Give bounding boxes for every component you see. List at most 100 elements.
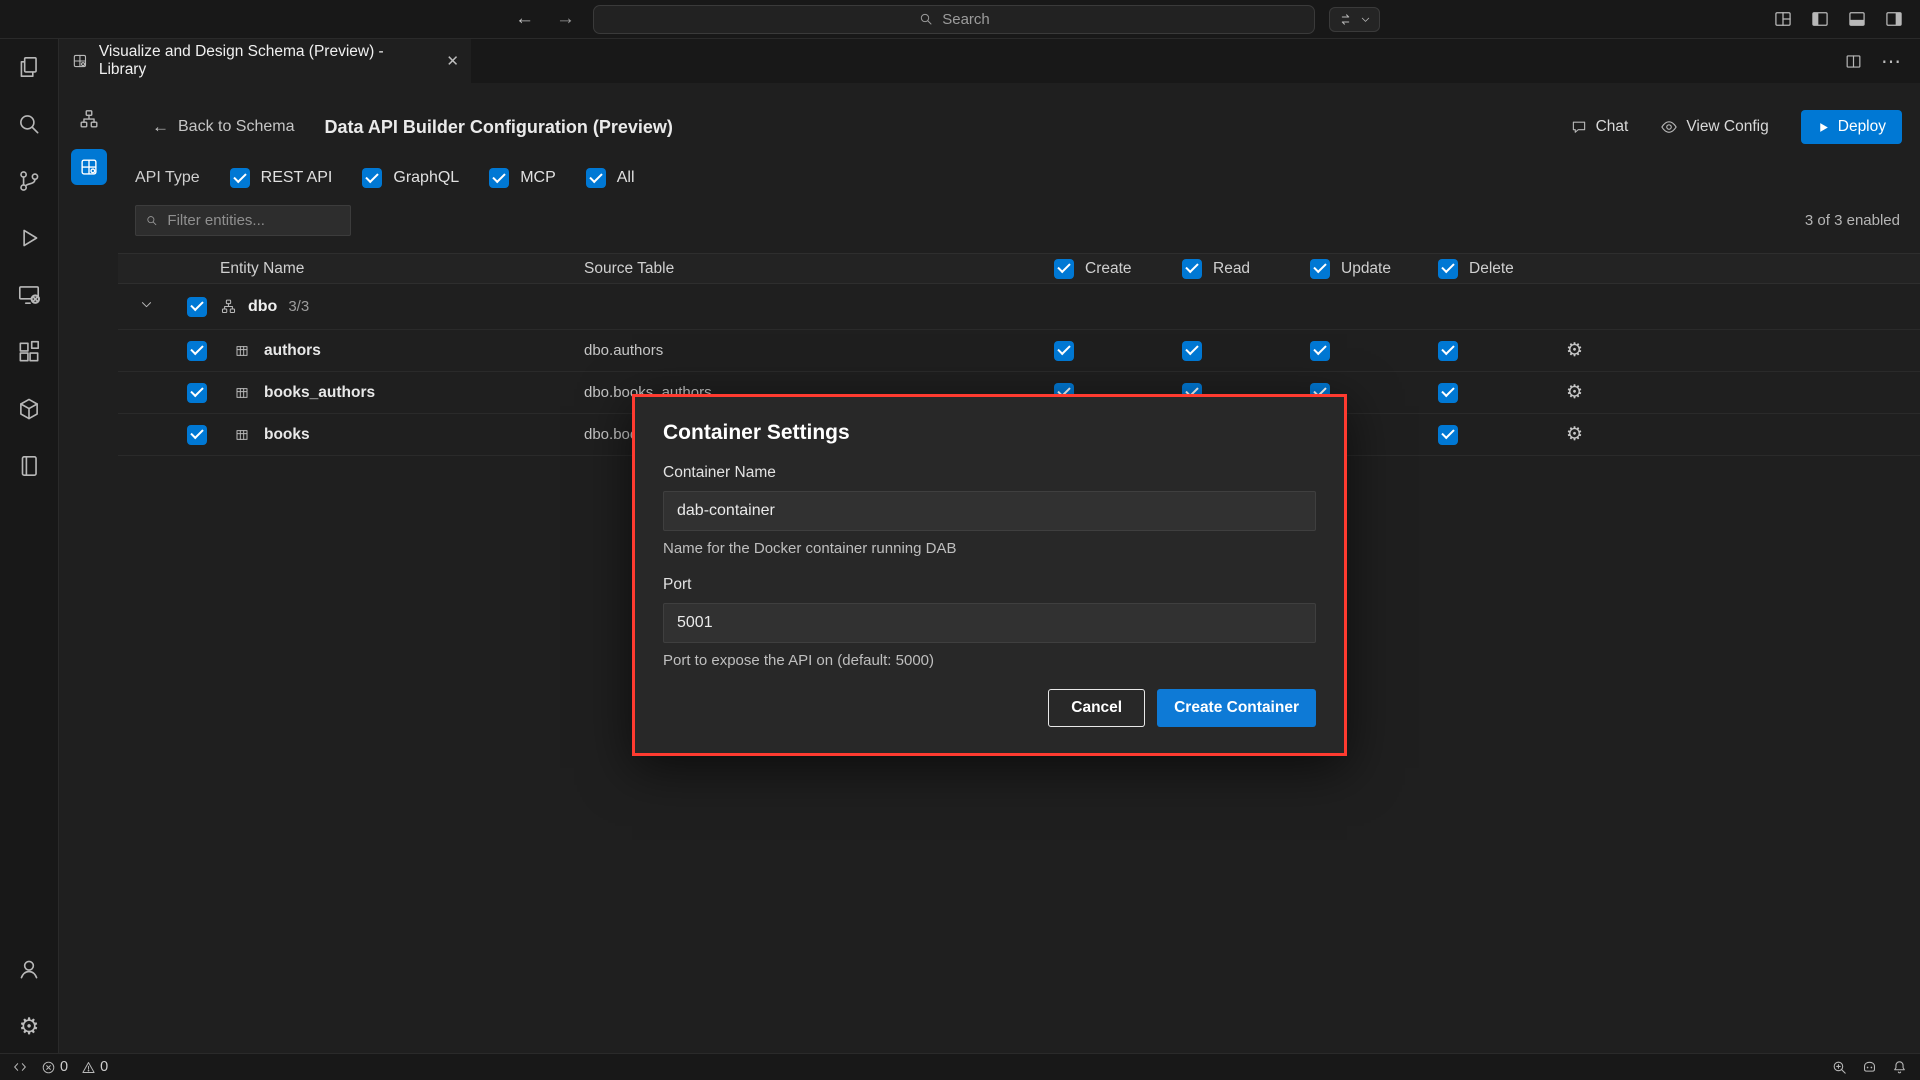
search-sidebar-icon[interactable] xyxy=(16,111,42,137)
activity-bar: ⚙ xyxy=(0,39,59,1053)
status-bar: 0 0 xyxy=(0,1053,1920,1080)
create-all-checkbox[interactable] xyxy=(1054,259,1074,279)
entity-name: books xyxy=(264,426,584,444)
customize-layout-icon[interactable] xyxy=(1773,9,1793,29)
editor-tab-schema-designer[interactable]: Visualize and Design Schema (Preview) - … xyxy=(59,39,471,83)
cancel-button[interactable]: Cancel xyxy=(1048,689,1145,727)
graphql-checkbox[interactable] xyxy=(362,168,382,188)
create-checkbox[interactable] xyxy=(1054,341,1074,361)
back-arrow-icon[interactable]: ← xyxy=(515,8,534,30)
read-all-checkbox[interactable] xyxy=(1182,259,1202,279)
search-placeholder: Search xyxy=(942,11,990,28)
command-center-search[interactable]: Search xyxy=(593,5,1315,34)
chat-button[interactable]: Chat xyxy=(1570,118,1629,136)
row-settings-gear-icon[interactable]: ⚙ xyxy=(1566,341,1920,360)
row-settings-gear-icon[interactable]: ⚙ xyxy=(1566,383,1920,402)
row-checkbox[interactable] xyxy=(187,341,207,361)
all-checkbox[interactable] xyxy=(586,168,606,188)
source-table-header: Source Table xyxy=(584,260,1054,278)
table-icon xyxy=(234,343,250,359)
container-name-help: Name for the Docker container running DA… xyxy=(663,540,1316,557)
notifications-bell-icon[interactable] xyxy=(1891,1059,1908,1076)
chevron-down-icon xyxy=(1359,13,1372,26)
update-checkbox[interactable] xyxy=(1310,341,1330,361)
filter-row: 3 of 3 enabled xyxy=(135,205,1900,236)
api-type-row: API Type REST API GraphQL MCP xyxy=(135,168,1920,188)
explorer-icon[interactable] xyxy=(16,54,42,80)
designer-rail xyxy=(59,83,118,1053)
read-checkbox[interactable] xyxy=(1182,341,1202,361)
delete-checkbox[interactable] xyxy=(1438,383,1458,403)
chevron-down-icon[interactable] xyxy=(139,297,154,317)
container-settings-dialog: Container Settings Container Name Name f… xyxy=(632,394,1347,756)
rest-api-option: REST API xyxy=(230,168,333,188)
warnings-status[interactable]: 0 xyxy=(81,1059,108,1075)
tab-bar: Visualize and Design Schema (Preview) - … xyxy=(59,39,1920,83)
remote-indicator-icon[interactable] xyxy=(12,1059,28,1075)
table-row: authors dbo.authors ⚙ xyxy=(118,330,1920,372)
deploy-button[interactable]: Deploy xyxy=(1801,110,1902,144)
row-settings-gear-icon[interactable]: ⚙ xyxy=(1566,425,1920,444)
swap-icon xyxy=(1337,11,1354,28)
forward-arrow-icon[interactable]: → xyxy=(556,8,575,30)
port-input[interactable] xyxy=(663,603,1316,643)
copilot-status-icon[interactable] xyxy=(1861,1059,1878,1076)
create-container-button[interactable]: Create Container xyxy=(1157,689,1316,727)
back-to-schema-link[interactable]: ← Back to Schema xyxy=(152,117,295,137)
dialog-title: Container Settings xyxy=(663,421,1316,445)
graphql-option: GraphQL xyxy=(362,168,459,188)
schema-diagram-view-icon[interactable] xyxy=(71,101,107,137)
database-icon[interactable] xyxy=(16,396,42,422)
view-config-button[interactable]: View Config xyxy=(1660,118,1768,136)
group-count: 3/3 xyxy=(288,298,309,315)
settings-gear-icon[interactable]: ⚙ xyxy=(16,1013,42,1039)
titlebar: ← → Search xyxy=(0,0,1920,39)
errors-status[interactable]: 0 xyxy=(41,1059,68,1075)
search-icon xyxy=(145,213,158,228)
enabled-count: 3 of 3 enabled xyxy=(1805,212,1900,229)
api-type-label: API Type xyxy=(135,169,200,187)
chat-icon xyxy=(1570,118,1588,136)
row-checkbox[interactable] xyxy=(187,425,207,445)
source-control-icon[interactable] xyxy=(16,168,42,194)
error-icon xyxy=(41,1060,56,1075)
toggle-panel-bottom-icon[interactable] xyxy=(1847,9,1867,29)
zoom-status-icon[interactable] xyxy=(1831,1059,1848,1076)
group-name: dbo xyxy=(248,298,277,316)
delete-checkbox[interactable] xyxy=(1438,341,1458,361)
tab-title: Visualize and Design Schema (Preview) - … xyxy=(99,43,433,79)
vscode-window: ← → Search xyxy=(0,0,1920,1080)
editor-actions-more-icon[interactable]: ⋯ xyxy=(1881,49,1902,74)
session-toggle-button[interactable] xyxy=(1329,7,1380,32)
port-help: Port to expose the API on (default: 5000… xyxy=(663,652,1316,669)
dab-config-view-icon[interactable] xyxy=(71,149,107,185)
row-checkbox[interactable] xyxy=(187,383,207,403)
container-name-label: Container Name xyxy=(663,464,1316,482)
delete-all-checkbox[interactable] xyxy=(1438,259,1458,279)
container-name-input[interactable] xyxy=(663,491,1316,531)
tab-close-icon[interactable]: ✕ xyxy=(446,52,459,70)
account-icon[interactable] xyxy=(16,956,42,982)
toggle-sidebar-right-icon[interactable] xyxy=(1884,9,1904,29)
schema-group-row: dbo 3/3 xyxy=(118,284,1920,330)
update-all-checkbox[interactable] xyxy=(1310,259,1330,279)
extensions-icon[interactable] xyxy=(16,339,42,365)
notebook-icon[interactable] xyxy=(16,453,42,479)
split-editor-icon[interactable] xyxy=(1844,52,1863,71)
delete-header: Delete xyxy=(1438,259,1566,279)
filter-entities-input-wrap xyxy=(135,205,351,236)
delete-checkbox[interactable] xyxy=(1438,425,1458,445)
remote-explorer-icon[interactable] xyxy=(16,282,42,308)
toggle-sidebar-left-icon[interactable] xyxy=(1810,9,1830,29)
port-label: Port xyxy=(663,576,1316,594)
rest-api-checkbox[interactable] xyxy=(230,168,250,188)
update-header: Update xyxy=(1310,259,1438,279)
dab-config-page: ← Back to Schema Data API Builder Config… xyxy=(118,83,1920,1053)
page-title: Data API Builder Configuration (Preview) xyxy=(325,117,1570,138)
source-table: dbo.authors xyxy=(584,342,1054,359)
group-checkbox[interactable] xyxy=(187,297,207,317)
eye-icon xyxy=(1660,118,1678,136)
mcp-checkbox[interactable] xyxy=(489,168,509,188)
filter-entities-input[interactable] xyxy=(165,211,341,230)
run-debug-icon[interactable] xyxy=(16,225,42,251)
